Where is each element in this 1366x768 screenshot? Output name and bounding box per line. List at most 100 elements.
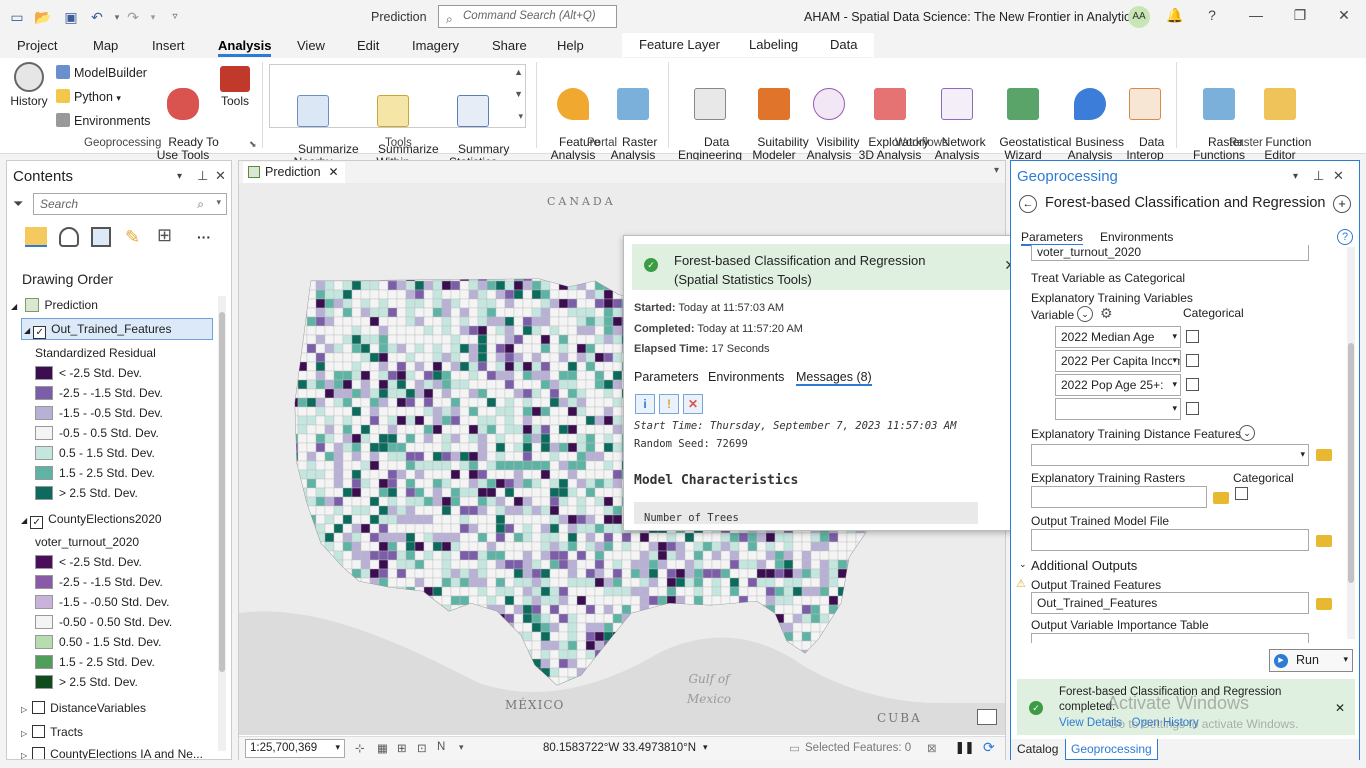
back-icon[interactable]: ←: [1019, 195, 1037, 213]
refresh-selection-icon[interactable]: ⊠: [927, 741, 937, 755]
categorical-checkbox-4[interactable]: [1186, 402, 1199, 415]
close-tab-icon[interactable]: ✕: [329, 165, 339, 179]
warning-filter-icon[interactable]: !: [659, 394, 679, 414]
add-icon[interactable]: +: [1333, 195, 1351, 213]
expand-icon[interactable]: ▷: [21, 729, 27, 738]
collapse-icon[interactable]: ◢: [21, 516, 27, 525]
tab-map[interactable]: Map: [93, 38, 118, 53]
pane-options-icon[interactable]: ▾: [177, 171, 182, 182]
expand-icon[interactable]: ▷: [21, 751, 27, 759]
map-node[interactable]: ◢ Prediction: [11, 298, 98, 312]
list-by-drawing-order-icon[interactable]: [25, 227, 47, 247]
categorical-checkbox-2[interactable]: [1186, 354, 1199, 367]
run-button[interactable]: ▶ Run ▾: [1269, 649, 1353, 672]
gallery-expand-icon[interactable]: ▾: [518, 111, 523, 122]
tab-imagery[interactable]: Imagery: [412, 38, 459, 53]
list-by-selection-icon[interactable]: [91, 227, 111, 247]
python-button[interactable]: Python ▾: [56, 89, 121, 104]
scrollbar-thumb[interactable]: [1348, 343, 1354, 583]
coordinate-dropdown-icon[interactable]: ▾: [703, 742, 708, 753]
coordinate-format-icon[interactable]: ▾: [459, 742, 464, 753]
layer-tracts[interactable]: ▷ Tracts: [21, 725, 83, 739]
folder-icon[interactable]: [1213, 492, 1229, 504]
pin-icon[interactable]: ⊥: [197, 168, 208, 184]
variable-to-predict-field[interactable]: voter_turnout_2020: [1031, 245, 1309, 261]
tab-geoprocessing[interactable]: Geoprocessing: [1065, 739, 1158, 760]
tool-help-icon[interactable]: ?: [1337, 229, 1353, 245]
history-button[interactable]: History: [8, 62, 50, 108]
map-tab-prediction[interactable]: Prediction ✕: [243, 162, 345, 183]
layer-county-elections-ia[interactable]: ▷ CountyElections IA and Ne...: [21, 747, 203, 759]
gallery-scroll-up-icon[interactable]: ▲: [514, 67, 523, 77]
tab-share[interactable]: Share: [492, 38, 527, 53]
raster-analysis-button[interactable]: Raster Analysis: [604, 62, 662, 175]
environments-button[interactable]: Environments: [56, 113, 150, 128]
business-analysis-button[interactable]: Business Analysis: [1062, 62, 1124, 175]
new-project-icon[interactable]: ▭: [8, 8, 26, 26]
visibility-analysis-button[interactable]: Visibility Analysis: [803, 62, 859, 175]
command-search-input[interactable]: ⌕ Command Search (Alt+Q): [438, 5, 617, 28]
notifications-icon[interactable]: 🔔: [1165, 7, 1185, 24]
layer-distance-variables[interactable]: ▷ DistanceVariables: [21, 701, 146, 715]
tab-environments[interactable]: Environments: [1100, 230, 1173, 244]
geo-scrollbar[interactable]: [1347, 247, 1355, 639]
variable-dropdown-1[interactable]: 2022 Median Age ▾: [1055, 326, 1181, 348]
scrollbar-thumb[interactable]: [219, 312, 225, 672]
tab-analysis[interactable]: Analysis: [218, 38, 272, 57]
collapse-section-icon[interactable]: ⌄: [1019, 559, 1027, 570]
pin-icon[interactable]: ⊥: [1313, 168, 1324, 184]
expand-circle-icon[interactable]: ⌄: [1239, 425, 1255, 441]
layer-out-trained-features[interactable]: ◢ ✓ Out_Trained_Features: [21, 318, 213, 340]
redo-icon[interactable]: ↷: [124, 8, 142, 26]
pause-drawing-icon[interactable]: ❚❚: [955, 740, 974, 754]
map-legend-toggle-icon[interactable]: [977, 709, 997, 725]
variable-dropdown-2[interactable]: 2022 Per Capita Income ▾: [1055, 350, 1181, 372]
raster-functions-button[interactable]: Raster Functions: [1186, 62, 1252, 175]
variable-dropdown-4[interactable]: ▾: [1055, 398, 1181, 420]
training-rasters-input[interactable]: [1031, 486, 1207, 508]
search-dropdown-icon[interactable]: ▾: [216, 197, 221, 208]
tab-insert[interactable]: Insert: [152, 38, 185, 53]
geostatistical-wizard-button[interactable]: Geostatistical Wizard: [986, 62, 1071, 175]
gallery-scroll-down-icon[interactable]: ▼: [514, 89, 523, 99]
feature-analysis-button[interactable]: Feature Analysis: [544, 62, 602, 175]
refresh-icon[interactable]: ⟳: [983, 739, 995, 756]
fixed-scale-icon[interactable]: ⊹: [355, 741, 365, 755]
filter-icon[interactable]: ⏷: [13, 196, 23, 212]
help-icon[interactable]: ?: [1202, 7, 1222, 23]
tab-parameters[interactable]: Parameters: [1021, 230, 1084, 246]
data-interop-button[interactable]: Data Interop: [1118, 62, 1172, 175]
close-pane-icon[interactable]: ✕: [1333, 168, 1344, 184]
popup-tab-messages[interactable]: Messages (8): [796, 370, 872, 386]
layer-visibility-checkbox[interactable]: [32, 701, 46, 714]
modelbuilder-button[interactable]: ModelBuilder: [56, 65, 147, 80]
restore-icon[interactable]: ❐: [1290, 7, 1310, 24]
collapse-icon[interactable]: ◢: [24, 326, 30, 335]
dialog-launcher-icon[interactable]: ⬊: [249, 139, 257, 150]
contents-scrollbar[interactable]: [218, 296, 226, 751]
info-filter-icon[interactable]: i: [635, 394, 655, 414]
tab-catalog[interactable]: Catalog: [1017, 742, 1058, 756]
layer-visibility-checkbox[interactable]: [32, 725, 46, 738]
minimize-icon[interactable]: —: [1246, 7, 1266, 23]
data-engineering-button[interactable]: Data Engineering: [676, 62, 744, 175]
contents-search-input[interactable]: Search ⌕ ▾: [33, 193, 227, 215]
close-notification-icon[interactable]: ✕: [1335, 701, 1345, 715]
exploratory-3d-analysis-button[interactable]: Exploratory 3D Analysis: [855, 62, 929, 175]
output-variable-importance-input[interactable]: [1031, 633, 1309, 643]
expand-icon[interactable]: ▷: [21, 705, 27, 714]
error-filter-icon[interactable]: ✕: [683, 394, 703, 414]
function-editor-button[interactable]: Function Editor: [1252, 62, 1311, 175]
tab-labeling[interactable]: Labeling: [749, 37, 798, 52]
output-trained-features-input[interactable]: Out_Trained_Features: [1031, 592, 1309, 614]
layer-visibility-checkbox[interactable]: ✓: [33, 326, 47, 339]
popup-tab-parameters[interactable]: Parameters: [634, 370, 699, 384]
more-options-icon[interactable]: ···: [197, 229, 211, 245]
snapping-icon[interactable]: ⊞: [397, 741, 407, 755]
constraints-icon[interactable]: ⊡: [417, 741, 427, 755]
tab-project[interactable]: Project: [17, 38, 57, 53]
redo-dropdown-icon[interactable]: ▾: [144, 8, 162, 26]
folder-icon[interactable]: [1316, 449, 1332, 461]
layer-county-elections-2020[interactable]: ◢ ✓ CountyElections2020: [21, 512, 162, 529]
list-by-snapping-icon[interactable]: ⊞: [157, 225, 172, 246]
